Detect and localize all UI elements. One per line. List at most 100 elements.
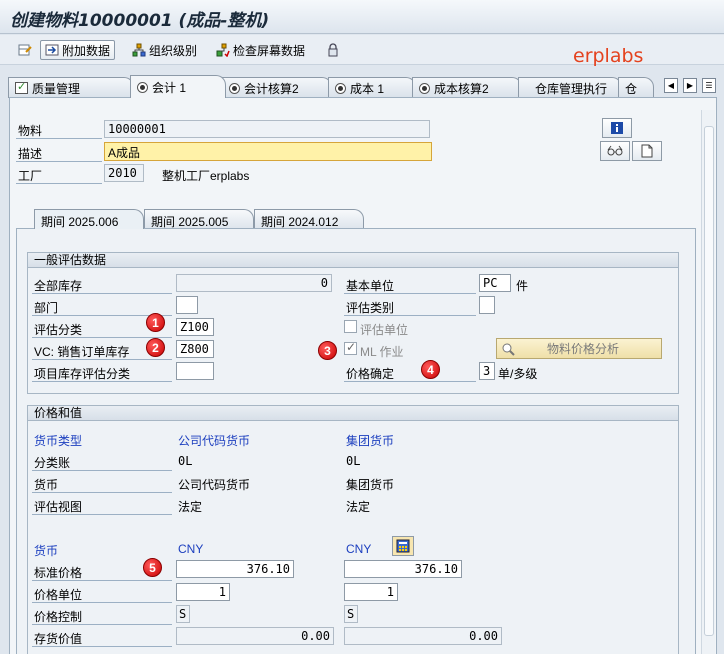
lock-button[interactable] (322, 40, 344, 60)
classification-button[interactable] (600, 141, 630, 161)
price-unit-label: 价格单位 (34, 588, 83, 602)
total-stock-field[interactable]: 0 (176, 274, 332, 292)
tab-label: 仓 (625, 81, 638, 96)
tab-label: 仓库管理执行 (535, 81, 608, 96)
hierarchy-icon (132, 43, 146, 57)
vc-sales-order-stock-label: VC: 销售订单库存 (34, 345, 130, 359)
tab-period-2025-005[interactable]: 期间 2025.005 (144, 209, 254, 229)
table-edit-icon (18, 44, 32, 56)
valuation-category-field[interactable] (479, 296, 495, 314)
standard-price-group-field[interactable]: 376.10 (344, 560, 462, 578)
vertical-scrollbar[interactable] (701, 110, 715, 654)
radio-icon (137, 81, 148, 93)
info-icon (611, 122, 623, 134)
radio-icon (335, 82, 346, 94)
check-data-icon (216, 43, 230, 57)
standard-price-company-code-field[interactable]: 376.10 (176, 560, 294, 578)
annotation-badge-1: 1 (146, 313, 165, 332)
currency-company-code: 公司代码货币 (178, 478, 251, 492)
additional-data-label: 附加数据 (62, 43, 111, 58)
base-unit-field[interactable]: PC (479, 274, 511, 292)
divider (344, 315, 476, 316)
currency-label: 货币 (34, 478, 59, 492)
check-screen-data-label: 检查屏幕数据 (233, 43, 306, 58)
tab-period-2024-012[interactable]: 期间 2024.012 (254, 209, 364, 229)
ml-active-checkbox[interactable] (344, 340, 357, 355)
description-field[interactable]: A成品 (104, 142, 432, 161)
total-stock-label: 全部库存 (34, 279, 83, 293)
valuation-category-label: 评估类别 (346, 301, 395, 315)
check-screen-data-button[interactable]: 检查屏幕数据 (212, 40, 309, 60)
price-determination-field[interactable]: 3 (479, 362, 495, 380)
radio-icon (229, 82, 240, 94)
tab-label: 质量管理 (32, 81, 81, 96)
annotation-badge-2: 2 (146, 338, 165, 357)
tab-label: 会计核算2 (244, 81, 299, 96)
check-icon (15, 80, 28, 94)
tab-warehouse-more[interactable]: 仓 (618, 77, 654, 98)
inventory-value-group-field[interactable]: 0.00 (344, 627, 502, 645)
info-button[interactable] (602, 118, 632, 138)
vc-sales-order-stock-field[interactable]: Z800 (176, 340, 214, 358)
project-stock-valuation-field[interactable] (176, 362, 214, 380)
document-icon (641, 144, 653, 158)
tab-accounting-1[interactable]: 会计 1 (130, 75, 226, 98)
valuation-view-label: 评估视图 (34, 500, 83, 514)
divider (32, 359, 172, 360)
tab-list-button[interactable]: ☰ (702, 78, 716, 93)
divider (32, 492, 172, 493)
valuated-unit-checkbox[interactable] (344, 320, 357, 333)
divider (32, 293, 172, 294)
material-price-analysis-button[interactable]: 物料价格分析 (496, 338, 662, 359)
project-stock-valuation-label: 项目库存评估分类 (34, 367, 131, 381)
currency-group-value: CNY (346, 542, 372, 556)
calculator-icon (396, 539, 410, 553)
price-control-label: 价格控制 (34, 610, 83, 624)
tab-period-2025-006[interactable]: 期间 2025.006 (34, 209, 144, 229)
tab-accounting-2[interactable]: 会计核算2 (222, 77, 332, 98)
inventory-value-company-code-field[interactable]: 0.00 (176, 627, 334, 645)
magnifier-icon (502, 343, 515, 356)
currency-company-code-value: CNY (178, 542, 204, 556)
plant-label: 工厂 (18, 169, 43, 183)
additional-data-button[interactable]: 附加数据 (40, 40, 116, 60)
main-tabstrip: 质量管理 会计 1 会计核算2 成本 1 成本核算2 仓库管理执行 仓 ◀ ▶ … (0, 74, 724, 98)
valuation-view-group: 法定 (346, 500, 371, 514)
document-button[interactable] (632, 141, 662, 161)
material-price-analysis-label: 物料价格分析 (547, 342, 620, 356)
tab-scroll-left-button[interactable]: ◀ (664, 78, 678, 93)
divider (16, 138, 102, 139)
price-control-company-code-field[interactable]: S (176, 605, 190, 623)
glasses-icon (607, 145, 623, 156)
scrollbar-thumb[interactable] (704, 126, 714, 636)
group-currency-header: 集团货币 (346, 434, 395, 448)
tab-quality-management[interactable]: 质量管理 (8, 77, 134, 98)
plant-field[interactable]: 2010 (104, 164, 144, 182)
tab-costing-1[interactable]: 成本 1 (328, 77, 416, 98)
ledger-label: 分类账 (34, 456, 71, 470)
divider (32, 646, 172, 647)
valuation-class-field[interactable]: Z100 (176, 318, 214, 336)
price-unit-group-field[interactable]: 1 (344, 583, 398, 601)
ledger-group: 0L (346, 454, 361, 468)
price-control-group-field[interactable]: S (344, 605, 358, 623)
tab-scroll-right-button[interactable]: ▶ (683, 78, 697, 93)
watermark-text: erplabs (573, 45, 644, 67)
standard-price-label: 标准价格 (34, 566, 83, 580)
price-unit-company-code-field[interactable]: 1 (176, 583, 230, 601)
tab-label: 成本 1 (350, 81, 385, 96)
currency-calculator-button[interactable] (392, 536, 414, 556)
new-entries-button[interactable] (14, 40, 36, 60)
division-field[interactable] (176, 296, 198, 314)
material-label: 物料 (18, 124, 43, 138)
base-unit-label: 基本单位 (346, 279, 395, 293)
inventory-value-label: 存货价值 (34, 632, 83, 646)
division-label: 部门 (34, 301, 59, 315)
tab-warehouse-execution[interactable]: 仓库管理执行 (518, 77, 622, 98)
chevron-right-icon: ▶ (686, 81, 694, 90)
org-levels-button[interactable]: 组织级别 (128, 40, 201, 60)
material-field[interactable]: 10000001 (104, 120, 430, 138)
tab-costing-2[interactable]: 成本核算2 (412, 77, 522, 98)
general-valuation-header: 一般评估数据 (27, 252, 679, 268)
annotation-badge-5: 5 (143, 558, 162, 577)
